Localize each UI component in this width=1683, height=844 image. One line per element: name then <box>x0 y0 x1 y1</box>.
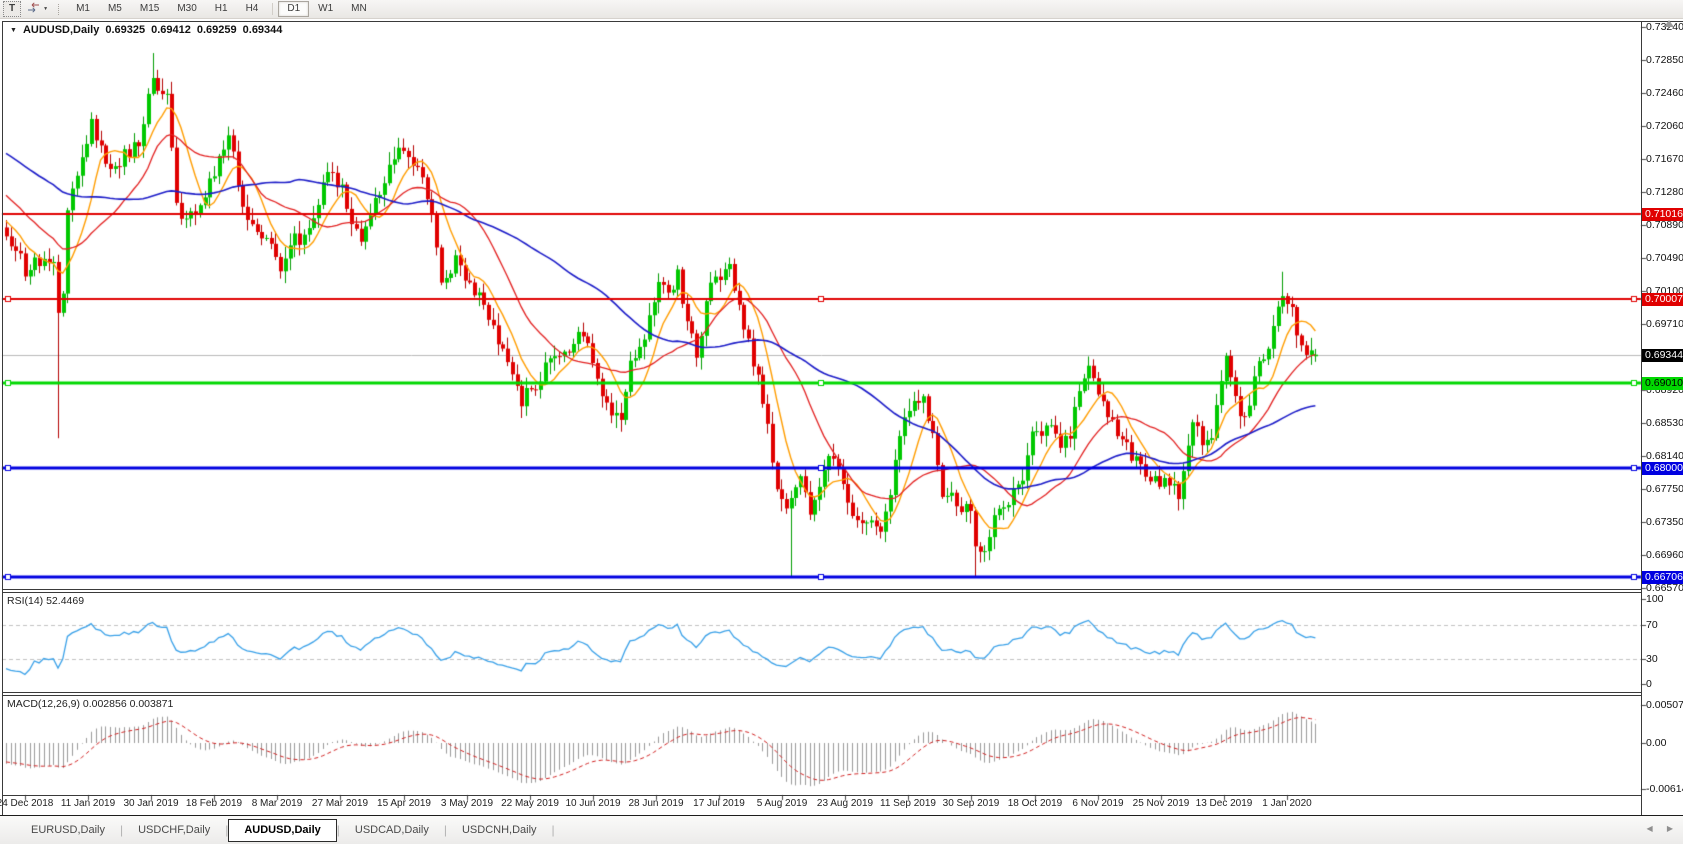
timeframe-button-h1[interactable]: H1 <box>206 1 237 17</box>
timeframe-button-w1[interactable]: W1 <box>309 1 342 17</box>
chart-shift-marker[interactable] <box>1664 20 1674 27</box>
chart-tab-usdcnh[interactable]: USDCNH,Daily <box>447 819 552 842</box>
ohlc-high: 0.69412 <box>151 24 191 36</box>
timeframe-group-separator <box>272 3 273 15</box>
timeframe-button-m15[interactable]: M15 <box>131 1 168 17</box>
ohlc-close: 0.69344 <box>243 24 283 36</box>
tab-scroll-left-icon[interactable]: ◀ <box>1646 824 1652 833</box>
ohlc-low: 0.69259 <box>197 24 237 36</box>
chart-window-top-border <box>2 21 1683 22</box>
tab-scroll-right-icon[interactable]: ▶ <box>1667 824 1673 833</box>
collapse-icon[interactable]: ▼ <box>10 27 17 34</box>
rsi-panel-top-border <box>2 592 1641 593</box>
mt4-terminal: T ▼ M1M5M15M30H1H4 D1W1MN ▼ AUDUSD,Daily … <box>0 0 1683 844</box>
chart-canvas[interactable] <box>0 0 1683 844</box>
toolbar-grip[interactable] <box>58 4 61 15</box>
tab-scroll-arrows: ◀ ▶ <box>1634 824 1673 833</box>
timeframe-button-m30[interactable]: M30 <box>168 1 205 17</box>
price-axis-divider[interactable] <box>1641 21 1642 815</box>
chart-symbol-label: AUDUSD,Daily <box>23 24 99 36</box>
chart-tabs: EURUSD,Daily|USDCHF,Daily|AUDUSD,Daily|U… <box>16 819 555 842</box>
chart-tab-eurusd[interactable]: EURUSD,Daily <box>16 819 120 842</box>
chart-tools-button[interactable]: ▼ <box>23 0 52 19</box>
timeframe-button-m5[interactable]: M5 <box>99 1 131 17</box>
tab-separator: | <box>552 823 555 837</box>
timeframe-button-m1[interactable]: M1 <box>67 1 99 17</box>
chart-tab-usdcad[interactable]: USDCAD,Daily <box>340 819 444 842</box>
macd-label: MACD(12,26,9) 0.002856 0.003871 <box>7 698 173 710</box>
chevron-down-icon: ▼ <box>43 6 48 12</box>
rsi-macd-divider[interactable] <box>2 692 1641 693</box>
toolbar: T ▼ M1M5M15M30H1H4 D1W1MN <box>0 0 1683 19</box>
timeframe-button-h4[interactable]: H4 <box>237 1 268 17</box>
chart-tab-bar: EURUSD,Daily|USDCHF,Daily|AUDUSD,Daily|U… <box>0 816 1683 844</box>
timeframe-button-d1[interactable]: D1 <box>278 1 309 17</box>
rsi-label: RSI(14) 52.4469 <box>7 595 84 607</box>
chart-tab-usdchf[interactable]: USDCHF,Daily <box>123 819 225 842</box>
chart-title-bar: ▼ AUDUSD,Daily 0.69325 0.69412 0.69259 0… <box>10 24 282 36</box>
date-axis-divider <box>2 795 1641 796</box>
arrows-icon <box>27 0 40 18</box>
ohlc-open: 0.69325 <box>105 24 145 36</box>
timeframe-toolbar: M1M5M15M30H1H4 D1W1MN <box>67 1 376 17</box>
chart-tab-audusd[interactable]: AUDUSD,Daily <box>228 819 336 842</box>
macd-panel-top-border <box>2 695 1641 696</box>
tick-chart-button[interactable]: T <box>3 1 21 17</box>
main-rsi-divider[interactable] <box>2 589 1641 590</box>
timeframe-button-mn[interactable]: MN <box>342 1 376 17</box>
